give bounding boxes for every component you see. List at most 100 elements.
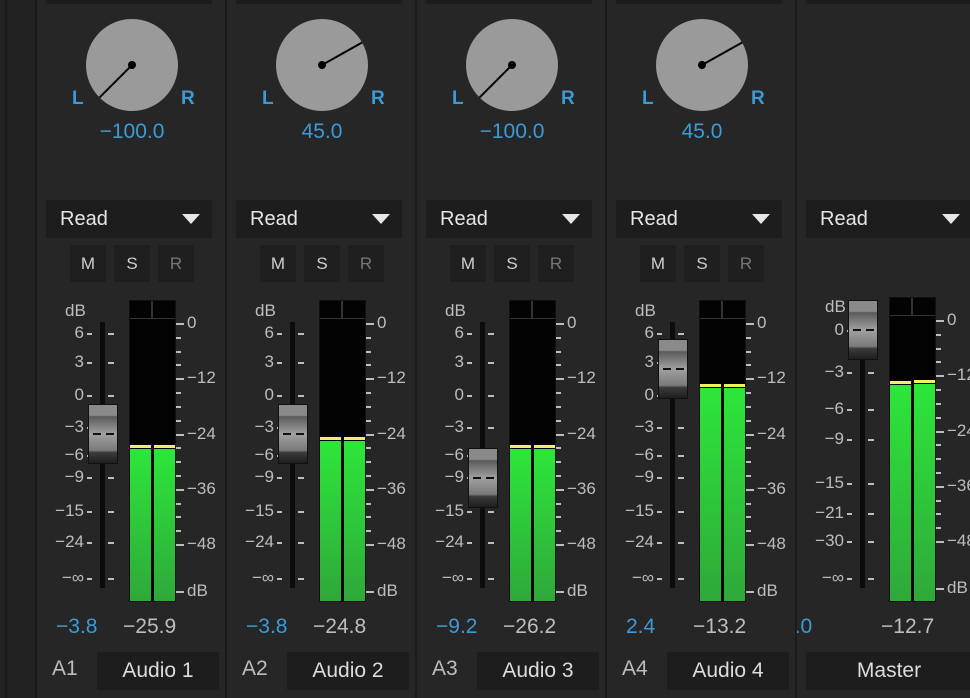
fader-scale-tick	[657, 455, 662, 457]
fader-scale-tick	[847, 483, 852, 485]
track-name[interactable]: Master	[806, 652, 970, 690]
meter-scale-tick	[746, 323, 754, 325]
solo-button[interactable]: S	[304, 245, 340, 282]
automation-mode-dropdown[interactable]: Read	[426, 200, 592, 238]
pan-knob-pointer-icon	[698, 41, 743, 69]
meter-peak-hold	[534, 445, 555, 448]
fader-scale-label: −3	[634, 417, 654, 436]
solo-button[interactable]: S	[684, 245, 720, 282]
automation-mode-dropdown[interactable]: Read	[46, 200, 212, 238]
triangle-down-icon	[562, 214, 580, 224]
pan-knob[interactable]	[466, 19, 558, 111]
mute-button[interactable]: M	[70, 245, 106, 282]
fader-value[interactable]: 0.0	[797, 615, 812, 639]
meter-scale-label: 0	[567, 313, 577, 332]
fader-track[interactable]	[860, 330, 865, 588]
fader-scale-tick	[488, 427, 494, 429]
automation-mode-value: Read	[250, 208, 298, 230]
track-name[interactable]: Audio 1	[97, 652, 219, 690]
channel-top-box	[46, 0, 212, 4]
fader-scale-tick	[847, 541, 852, 543]
meter-clip-indicators[interactable]	[510, 301, 555, 319]
fader-scale-label: −6	[444, 445, 464, 464]
fader-scale-label: −24	[435, 532, 464, 551]
meter-minor-tick	[366, 447, 371, 450]
mute-button[interactable]: M	[450, 245, 486, 282]
record-button[interactable]: R	[348, 245, 384, 282]
pan-knob[interactable]	[86, 19, 178, 111]
meter-scale-label: −48	[187, 534, 216, 553]
fader-scale-tick	[467, 333, 472, 335]
meter-level-bar	[154, 449, 175, 601]
fader-scale-label: −6	[634, 445, 654, 464]
meter-scale-label: −24	[757, 423, 786, 443]
automation-mode-dropdown[interactable]: Read	[236, 200, 402, 238]
record-button[interactable]: R	[158, 245, 194, 282]
fader-scale-label: −9	[634, 467, 654, 486]
meter-level-bar	[534, 449, 555, 601]
pan-knob[interactable]	[656, 19, 748, 111]
volume-fader-handle[interactable]	[278, 404, 308, 465]
track-name[interactable]: Audio 4	[667, 652, 789, 690]
fader-value[interactable]: −3.8	[246, 615, 287, 639]
track-name[interactable]: Audio 2	[287, 652, 409, 690]
track-name[interactable]: Audio 3	[477, 652, 599, 690]
mute-button[interactable]: M	[260, 245, 296, 282]
volume-fader-handle[interactable]	[468, 448, 498, 509]
fader-scale-tick	[467, 395, 472, 397]
meter-clip-indicators[interactable]	[700, 301, 745, 319]
fader-scale-label: 3	[454, 352, 464, 371]
fader-scale-tick	[868, 578, 874, 580]
record-button[interactable]: R	[538, 245, 574, 282]
fader-value[interactable]: 2.4	[626, 615, 655, 639]
automation-mode-value: Read	[440, 208, 488, 230]
pan-value[interactable]: −100.0	[417, 120, 605, 144]
pan-value[interactable]: 45.0	[607, 120, 795, 144]
meter-level-bar	[914, 383, 935, 601]
fader-scale-tick	[657, 477, 662, 479]
volume-fader-handle[interactable]	[88, 404, 118, 465]
solo-button[interactable]: S	[494, 245, 530, 282]
pan-value[interactable]: 45.0	[227, 120, 415, 144]
meter-minor-tick	[176, 392, 181, 395]
fader-value[interactable]: −3.8	[56, 615, 97, 639]
level-meter	[319, 300, 366, 602]
meter-scale-tick	[366, 378, 374, 381]
fader-cap-mark	[296, 433, 304, 436]
solo-button[interactable]: S	[114, 245, 150, 282]
meter-minor-tick	[366, 419, 371, 422]
meter-scale-label: −12	[567, 368, 596, 388]
meter-clip-indicators[interactable]	[320, 301, 365, 319]
meter-scale-label: dB	[187, 581, 208, 600]
pan-right-label: R	[371, 88, 385, 109]
fader-cap-mark	[486, 477, 494, 480]
fader-scale-tick	[277, 362, 282, 364]
automation-mode-value: Read	[630, 208, 678, 230]
automation-mode-dropdown[interactable]: Read	[616, 200, 782, 238]
record-button[interactable]: R	[728, 245, 764, 282]
mute-button[interactable]: M	[640, 245, 676, 282]
meter-clip-indicators[interactable]	[890, 298, 935, 316]
volume-fader-handle[interactable]	[658, 338, 688, 399]
meter-minor-tick	[556, 419, 561, 422]
meter-clip-indicators[interactable]	[130, 301, 175, 319]
fader-scale-tick	[657, 542, 662, 544]
fader-cap-mark	[853, 329, 861, 331]
fader-scale-tick	[868, 409, 874, 411]
fader-scale-db-label: dB	[255, 301, 276, 320]
meter-minor-tick	[556, 350, 561, 353]
meter-minor-tick	[176, 530, 181, 533]
volume-fader-handle[interactable]	[848, 300, 878, 360]
fader-scale-tick	[678, 477, 684, 479]
pan-value[interactable]: −100.0	[37, 120, 225, 144]
pan-knob[interactable]	[276, 19, 368, 111]
meter-scale-label: 0	[947, 310, 957, 329]
fader-scale-tick	[847, 409, 852, 411]
meter-scale-label: −48	[757, 534, 786, 553]
automation-mode-dropdown[interactable]: Read	[806, 200, 970, 238]
fader-scale-tick	[108, 362, 114, 364]
fader-scale-tick	[87, 542, 92, 544]
fader-value[interactable]: −9.2	[436, 615, 477, 639]
meter-minor-tick	[366, 336, 371, 339]
fader-scale-tick	[847, 578, 852, 580]
